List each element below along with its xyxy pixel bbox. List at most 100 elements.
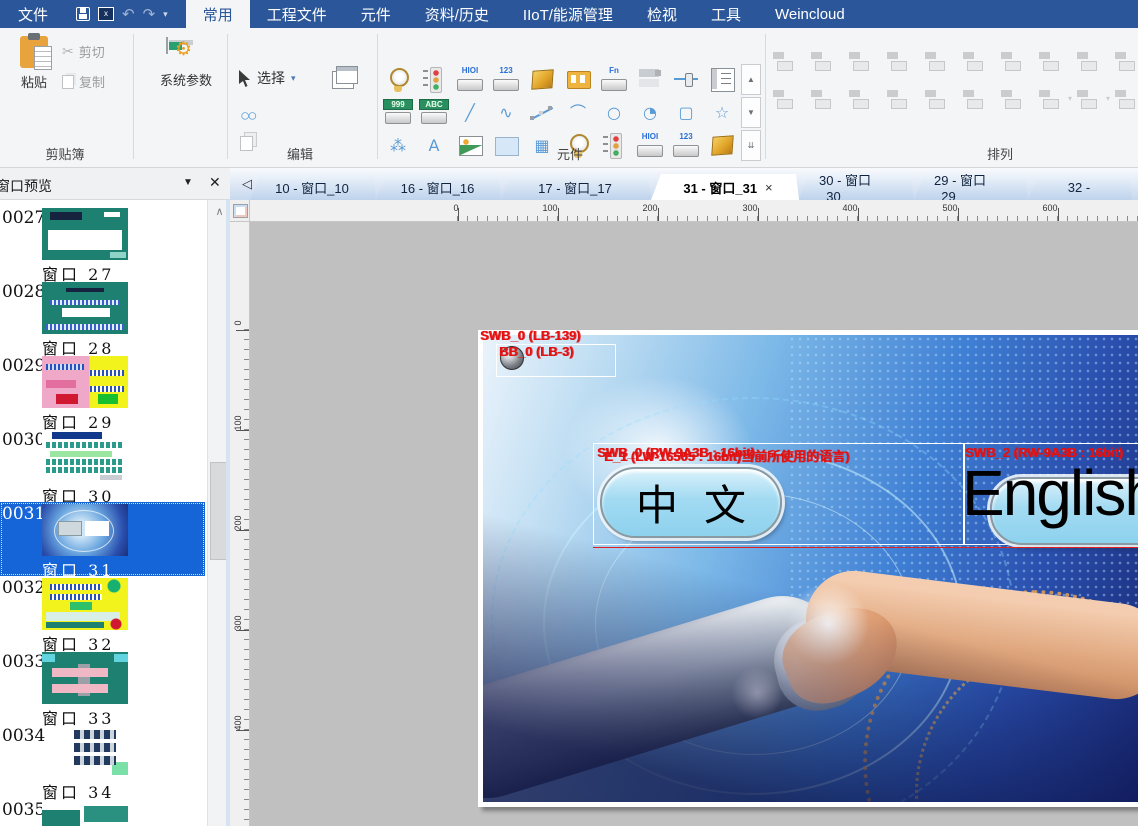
arrange-icon[interactable] bbox=[960, 48, 985, 72]
arrange-icon[interactable] bbox=[808, 48, 833, 72]
menu-tab[interactable]: IIoT/能源管理 bbox=[506, 0, 630, 28]
arrange-icon[interactable] bbox=[922, 86, 947, 110]
system-parameters-button[interactable]: ⚙ 系统参数 bbox=[148, 38, 224, 89]
document-tab[interactable]: 29 - 窗口_29 bbox=[914, 174, 1028, 200]
window-thumbnail[interactable] bbox=[42, 208, 128, 260]
palette-scroll-down-icon[interactable]: ▼ bbox=[741, 97, 761, 128]
arrange-icon[interactable] bbox=[846, 86, 871, 110]
arrange-icon[interactable] bbox=[770, 86, 795, 110]
menu-tab[interactable]: 工程文件 bbox=[250, 0, 344, 28]
arrange-icon[interactable] bbox=[998, 86, 1023, 110]
ruler-corner-icon[interactable] bbox=[230, 200, 250, 222]
component-palette-item[interactable]: ∿ bbox=[490, 98, 522, 127]
window-thumbnail[interactable] bbox=[42, 430, 128, 482]
palette-more-icon[interactable]: ⇊ bbox=[741, 130, 761, 161]
panel-close-icon[interactable]: ✕ bbox=[209, 174, 221, 191]
window-list-item[interactable]: 0032 窗口 32 bbox=[0, 576, 205, 650]
component-palette-item[interactable] bbox=[454, 131, 486, 160]
window-list-item[interactable]: 0030 窗口 30 bbox=[0, 428, 205, 502]
window-thumbnail[interactable] bbox=[42, 800, 128, 826]
menu-tab[interactable]: Weincloud bbox=[758, 0, 862, 28]
file-menu-button[interactable]: 文件 bbox=[0, 0, 66, 28]
undo-icon[interactable]: ↶ bbox=[122, 7, 135, 22]
menu-tab[interactable]: 元件 bbox=[344, 0, 408, 28]
component-palette-item[interactable]: 123 bbox=[670, 131, 702, 160]
arrange-icon[interactable]: ▾ bbox=[1074, 86, 1099, 110]
arrange-icon[interactable] bbox=[1112, 48, 1137, 72]
component-palette-item[interactable]: A bbox=[418, 131, 450, 160]
copy-button[interactable]: 复制 bbox=[62, 72, 105, 91]
menu-tab[interactable]: 工具 bbox=[694, 0, 758, 28]
component-palette-item[interactable] bbox=[490, 131, 522, 160]
arrange-icon[interactable] bbox=[846, 48, 871, 72]
component-palette-item[interactable] bbox=[706, 131, 738, 160]
design-page-window-31[interactable]: SWB_0 (LB-139) BB_0 (LB-3) SWB_0 (RW-9A3… bbox=[478, 330, 1138, 807]
arrange-icon[interactable] bbox=[770, 48, 795, 72]
window-list-item[interactable]: 0031 窗口 31 bbox=[0, 502, 205, 576]
cut-button[interactable]: ✂ 剪切 bbox=[62, 42, 105, 61]
arrange-icon[interactable] bbox=[960, 86, 985, 110]
component-palette-item[interactable]: ◔ bbox=[634, 98, 666, 127]
component-palette-item[interactable] bbox=[706, 65, 738, 94]
arrange-icon[interactable] bbox=[884, 48, 909, 72]
panel-dropdown-icon[interactable]: ▼ bbox=[183, 177, 193, 188]
paste-button[interactable]: 粘贴 bbox=[8, 36, 60, 91]
window-thumbnail[interactable] bbox=[42, 282, 128, 334]
component-palette-item[interactable]: ▢ bbox=[670, 98, 702, 127]
window-copy-icon[interactable] bbox=[336, 66, 358, 84]
component-palette-item[interactable]: ⌒ bbox=[562, 98, 594, 127]
document-tab[interactable]: 17 - 窗口_17 bbox=[501, 174, 651, 200]
redo-icon[interactable]: ↷ bbox=[143, 7, 156, 22]
window-list-item[interactable]: 0027 窗口 27 bbox=[0, 206, 205, 280]
component-palette-item[interactable]: ☆ bbox=[706, 98, 738, 127]
qat-dropdown-icon[interactable]: ▾ bbox=[163, 9, 168, 20]
document-tab[interactable]: 30 - 窗口_30 bbox=[799, 174, 914, 200]
chain-circles-icon[interactable]: ○○ bbox=[240, 106, 255, 126]
export-icon[interactable]: x bbox=[98, 7, 114, 21]
component-palette-item[interactable] bbox=[526, 65, 558, 94]
arrange-icon[interactable] bbox=[1074, 48, 1099, 72]
arrange-icon[interactable] bbox=[808, 86, 833, 110]
tab-close-icon[interactable]: × bbox=[765, 180, 773, 195]
component-palette-item[interactable] bbox=[670, 65, 702, 94]
window-thumbnail[interactable] bbox=[42, 578, 128, 630]
window-list-item[interactable]: 0033 窗口 33 bbox=[0, 650, 205, 724]
select-tool-button[interactable]: 选择 ▾ bbox=[238, 68, 296, 88]
component-palette-item[interactable]: 123 bbox=[490, 65, 522, 94]
duplicate-pages-icon[interactable] bbox=[240, 136, 253, 151]
component-palette-item[interactable] bbox=[418, 65, 450, 94]
arrange-icon[interactable] bbox=[922, 48, 947, 72]
component-palette-item[interactable]: ○ bbox=[598, 98, 630, 127]
component-palette-item[interactable]: ⁂ bbox=[382, 131, 414, 160]
arrange-icon[interactable] bbox=[1112, 86, 1137, 110]
component-palette-item[interactable]: 999 bbox=[382, 98, 414, 127]
window-thumbnail[interactable] bbox=[42, 726, 128, 778]
arrange-icon[interactable] bbox=[884, 86, 909, 110]
component-palette-item[interactable] bbox=[382, 65, 414, 94]
window-thumbnail[interactable] bbox=[42, 356, 128, 408]
component-palette-item[interactable] bbox=[634, 65, 666, 94]
window-list-item[interactable]: 0028 窗口 28 bbox=[0, 280, 205, 354]
menu-tab[interactable]: 常用 bbox=[186, 0, 250, 28]
window-list-item[interactable]: 0035 bbox=[0, 798, 205, 826]
save-icon[interactable] bbox=[76, 7, 90, 21]
component-palette-item[interactable]: ╱ bbox=[454, 98, 486, 127]
document-tab[interactable]: 16 - 窗口_16 bbox=[376, 174, 501, 200]
document-tab[interactable]: 31 - 窗口_31 × bbox=[651, 174, 799, 200]
window-list-item[interactable]: 0034 窗口 34 bbox=[0, 724, 205, 798]
window-thumbnail[interactable] bbox=[42, 504, 128, 556]
component-palette-item[interactable]: HIOI bbox=[454, 65, 486, 94]
palette-scroll-up-icon[interactable]: ▲ bbox=[741, 64, 761, 95]
arrange-icon[interactable] bbox=[998, 48, 1023, 72]
arrange-icon[interactable] bbox=[1036, 48, 1061, 72]
arrange-icon[interactable]: ▾ bbox=[1036, 86, 1061, 110]
select-dropdown-icon[interactable]: ▾ bbox=[291, 73, 296, 84]
document-tab[interactable]: 32 - bbox=[1028, 174, 1132, 200]
menu-tab[interactable]: 资料/历史 bbox=[408, 0, 506, 28]
window-thumbnail[interactable] bbox=[42, 652, 128, 704]
component-palette-item[interactable]: Fn bbox=[598, 65, 630, 94]
window-list-item[interactable]: 0029 窗口 29 bbox=[0, 354, 205, 428]
chinese-language-button[interactable]: 中文 bbox=[600, 467, 782, 538]
component-palette-item[interactable]: ABC bbox=[418, 98, 450, 127]
menu-tab[interactable]: 检视 bbox=[630, 0, 694, 28]
